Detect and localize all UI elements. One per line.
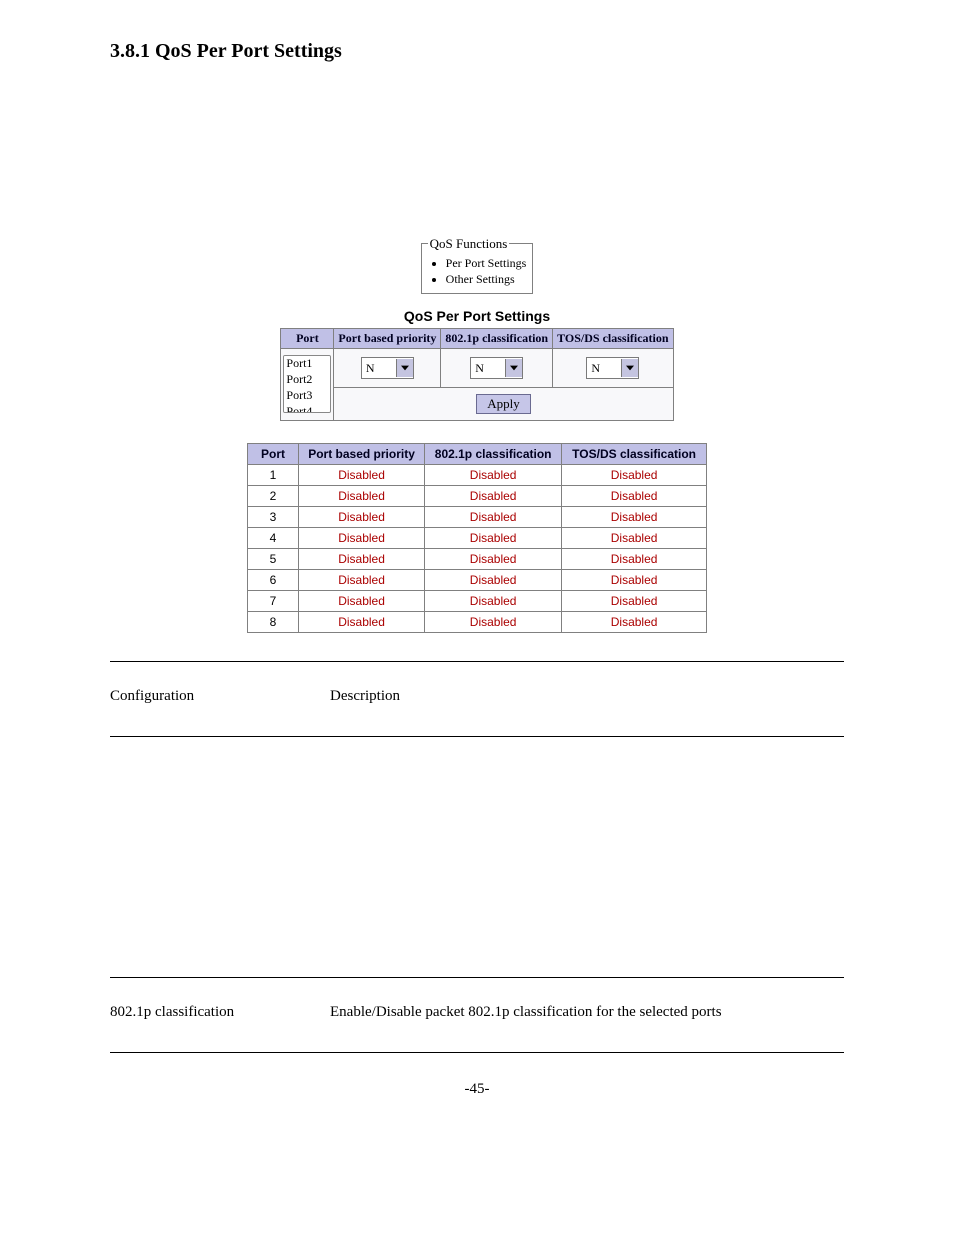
th-priority: Port based priority [334, 329, 441, 349]
table-row: 1DisabledDisabledDisabled [248, 465, 707, 486]
table-row: 5DisabledDisabledDisabled [248, 549, 707, 570]
dot1p-select[interactable]: N [470, 357, 523, 379]
chevron-down-icon [621, 359, 638, 377]
status-table: Port Port based priority 802.1p classifi… [247, 443, 707, 633]
qos-functions-group: QoS Functions Per Port Settings Other Se… [421, 243, 534, 294]
table-row: 8DisabledDisabledDisabled [248, 612, 707, 633]
config-table: Port Port based priority 802.1p classifi… [280, 328, 673, 421]
th-dot1p: 802.1p classification [441, 329, 553, 349]
th-tosds: TOS/DS classification [562, 444, 707, 465]
apply-button[interactable]: Apply [476, 394, 531, 414]
priority-select[interactable]: N [361, 357, 414, 379]
page-footer: -45- [110, 1081, 844, 1098]
port-listbox[interactable]: Port1 Port2 Port3 Port4 [283, 355, 331, 413]
tosds-select[interactable]: N [586, 357, 639, 379]
section-heading: 3.8.1 QoS Per Port Settings [110, 40, 844, 63]
table-row: 7DisabledDisabledDisabled [248, 591, 707, 612]
table-row: 2DisabledDisabledDisabled [248, 486, 707, 507]
th-priority: Port based priority [299, 444, 425, 465]
th-tosds: TOS/DS classification [553, 329, 673, 349]
link-per-port-settings[interactable]: Per Port Settings [446, 256, 527, 272]
desc-row-dot1p: 802.1p classification Enable/Disable pac… [110, 1000, 844, 1024]
th-port: Port [281, 329, 334, 349]
link-other-settings[interactable]: Other Settings [446, 272, 527, 288]
divider [110, 736, 844, 737]
chevron-down-icon [505, 359, 522, 377]
table-row: 3DisabledDisabledDisabled [248, 507, 707, 528]
fieldset-legend: QoS Functions [428, 236, 510, 251]
divider [110, 661, 844, 662]
desc-row-header: Configuration Description [110, 684, 844, 708]
divider [110, 977, 844, 978]
th-dot1p: 802.1p classification [425, 444, 562, 465]
th-port: Port [248, 444, 299, 465]
chevron-down-icon [396, 359, 413, 377]
settings-title: QoS Per Port Settings [404, 308, 550, 324]
divider [110, 1052, 844, 1053]
table-row: 6DisabledDisabledDisabled [248, 570, 707, 591]
table-row: 4DisabledDisabledDisabled [248, 528, 707, 549]
